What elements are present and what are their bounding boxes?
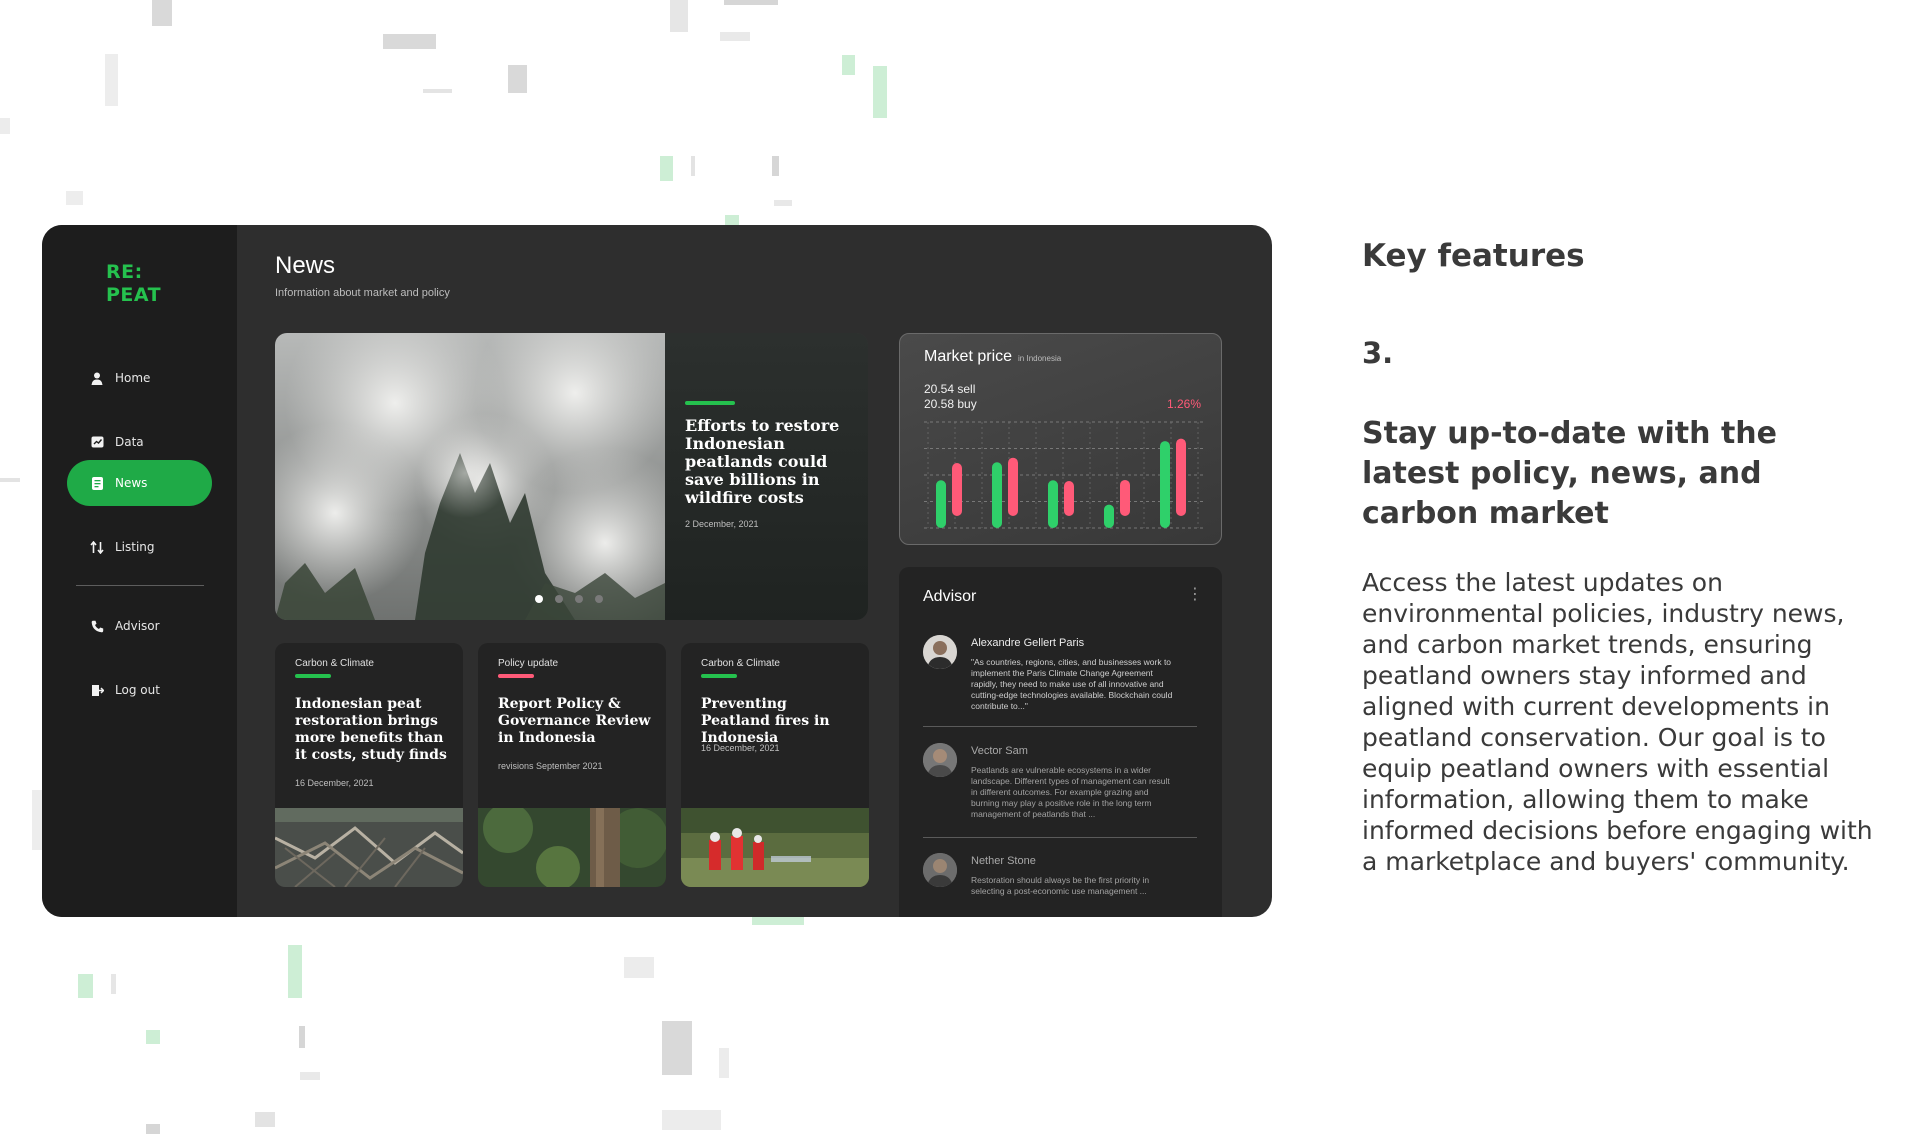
market-title: Market price in Indonesia [924, 348, 1062, 365]
chart-bar [1048, 480, 1058, 528]
hero-caption-panel: Efforts to restore Indonesian peatlands … [665, 333, 868, 620]
market-sell-price: 20.54 sell [924, 382, 976, 396]
document-icon [89, 475, 105, 491]
advisor-name: Vector Sam [971, 745, 1028, 757]
sidebar-item-listing[interactable]: Listing [67, 524, 212, 570]
sidebar-divider [76, 585, 204, 586]
news-card[interactable]: Carbon & Climate Indonesian peat restora… [275, 643, 463, 887]
hero-carousel[interactable]: Efforts to restore Indonesian peatlands … [275, 333, 868, 620]
hero-wildfire-image [275, 333, 665, 620]
feature-number: 3. [1362, 336, 1394, 370]
brand-logo[interactable]: RE: PEAT [106, 261, 161, 307]
avatar [923, 743, 957, 777]
main-content: News Information about market and policy [237, 225, 1272, 917]
carousel-dot[interactable] [595, 595, 603, 603]
chart-icon [89, 434, 105, 450]
carousel-dot[interactable] [575, 595, 583, 603]
sidebar-item-data[interactable]: Data [67, 419, 212, 465]
news-card[interactable]: Policy update Report Policy & Governance… [478, 643, 666, 887]
user-icon [89, 370, 105, 386]
card-category: Policy update [498, 658, 559, 669]
card-title: Report Policy & Governance Review in Ind… [498, 696, 651, 746]
advisor-quote: Restoration should always be the first p… [971, 875, 1150, 896]
market-price-widget[interactable]: Market price in Indonesia 20.54 sell 20.5… [899, 333, 1222, 545]
chart-bar [992, 462, 1002, 528]
page-title: News [275, 252, 336, 279]
brand-line-2: PEAT [106, 284, 162, 306]
sidebar-item-label: News [115, 476, 148, 490]
card-image-forest [478, 808, 666, 887]
chart-bar [1160, 441, 1170, 528]
chart-bar [1176, 438, 1186, 516]
sidebar-item-home[interactable]: Home [67, 355, 212, 401]
chart-bar [1064, 481, 1074, 516]
card-accent-bar [701, 674, 737, 678]
card-category: Carbon & Climate [295, 658, 374, 669]
key-features-heading: Key features [1362, 238, 1585, 274]
advisor-quote: "As countries, regions, cities, and busi… [971, 657, 1173, 711]
advisor-name: Nether Stone [971, 855, 1036, 867]
sidebar-item-label: Home [115, 371, 151, 385]
advisor-quote: Peatlands are vulnerable ecosystems in a… [971, 765, 1170, 819]
card-accent-bar [498, 674, 534, 678]
card-title: Indonesian peat restoration brings more … [295, 696, 447, 763]
feature-description: Access the latest updates on environment… [1362, 568, 1873, 876]
chart-bar [1120, 479, 1130, 516]
hero-date: 2 December, 2021 [685, 519, 759, 529]
advisor-title: Advisor [923, 588, 977, 605]
chart-bar [1104, 504, 1114, 528]
hero-accent-bar [685, 401, 735, 405]
chart-bar [952, 463, 962, 516]
sidebar-item-label: Advisor [115, 619, 160, 633]
carousel-dot[interactable] [535, 595, 543, 603]
avatar [923, 853, 957, 887]
card-category: Carbon & Climate [701, 658, 780, 669]
sidebar-item-label: Data [115, 435, 144, 449]
chart-bar [1008, 457, 1018, 516]
hero-title[interactable]: Efforts to restore Indonesian peatlands … [685, 417, 863, 507]
card-date: 16 December, 2021 [295, 778, 374, 788]
transfer-icon [89, 539, 105, 555]
carousel-dot[interactable] [555, 595, 563, 603]
page-subtitle: Information about market and policy [275, 287, 450, 299]
brand-line-1: RE: [106, 261, 143, 283]
sidebar-item-logout[interactable]: Log out [67, 667, 212, 713]
advisor-panel: Advisor ⋮ Alexandre Gellert Paris "As co… [899, 567, 1222, 917]
carousel-dots [535, 595, 603, 603]
avatar [923, 635, 957, 669]
phone-icon [89, 618, 105, 634]
advisor-divider [923, 837, 1197, 838]
market-price-chart [924, 421, 1204, 529]
market-region: in Indonesia [1018, 354, 1062, 363]
feature-title: Stay up-to-date with the latest policy, … [1362, 416, 1777, 531]
card-date: 16 December, 2021 [701, 743, 780, 753]
market-change: 1.26% [1166, 397, 1201, 411]
more-options-icon[interactable]: ⋮ [1187, 586, 1203, 602]
market-buy-price: 20.58 buy [924, 397, 977, 411]
card-date: revisions September 2021 [498, 761, 603, 771]
news-card[interactable]: Carbon & Climate Preventing Peatland fir… [681, 643, 869, 887]
logout-icon [89, 682, 105, 698]
sidebar-item-label: Listing [115, 540, 155, 554]
sidebar-item-advisor[interactable]: Advisor [67, 603, 212, 649]
card-image-deforestation [275, 808, 463, 887]
sidebar-item-label: Log out [115, 683, 160, 697]
card-title: Preventing Peatland fires in Indonesia [701, 696, 830, 746]
sidebar-item-news[interactable]: News [67, 460, 212, 506]
app-window: RE: PEAT Home Data News Listing Advisor … [42, 225, 1272, 917]
card-accent-bar [295, 674, 331, 678]
advisor-divider [923, 726, 1197, 727]
advisor-name: Alexandre Gellert Paris [971, 637, 1085, 649]
sidebar: RE: PEAT Home Data News Listing Advisor … [42, 225, 237, 917]
chart-bar [936, 480, 946, 528]
card-image-firefighters [681, 808, 869, 887]
